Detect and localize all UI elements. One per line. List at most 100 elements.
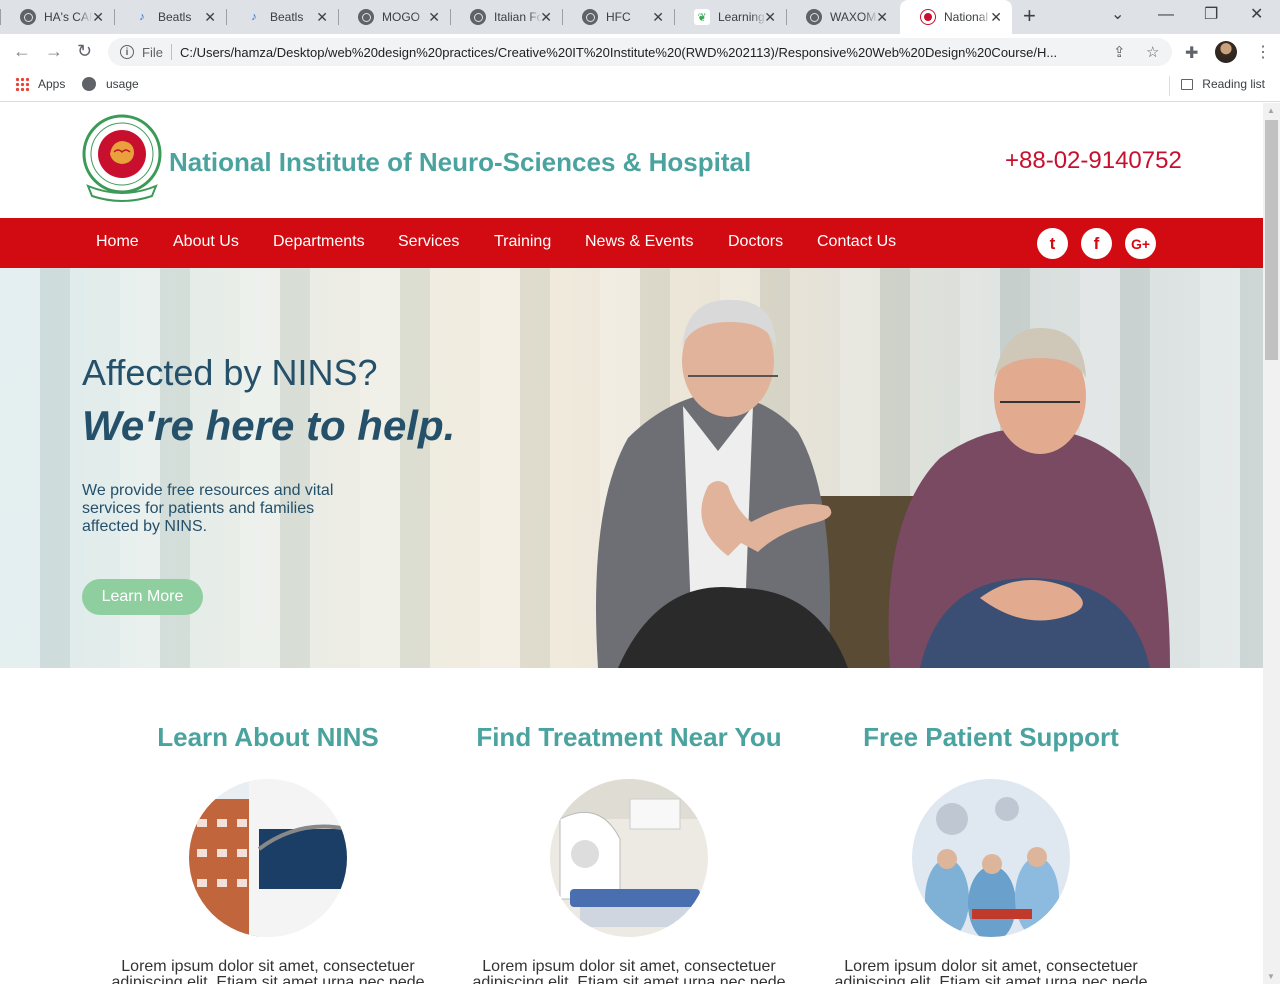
reload-icon[interactable]: ↻ xyxy=(77,41,92,61)
nav-about-us[interactable]: About Us xyxy=(173,233,239,251)
browser-toolbar: ← → ↻ i File C:/Users/hamza/Desktop/web%… xyxy=(0,34,1280,70)
browser-tab[interactable]: ❦ Learning ✕ xyxy=(674,0,786,34)
close-icon[interactable]: ✕ xyxy=(990,9,1002,26)
feature-card: Find Treatment Near You Lorem ipsum dolo… xyxy=(448,722,810,984)
beatls-icon: ♪ xyxy=(139,11,145,23)
url-text[interactable]: C:/Users/hamza/Desktop/web%20design%20pr… xyxy=(180,45,1110,60)
browser-tabstrip: HA's CAF ✕ ♪ Beatls ✕ ♪ Beatls ✕ MOGO ✕ … xyxy=(0,0,1280,34)
nins-logo[interactable] xyxy=(82,114,162,204)
feature-card: Free Patient Support Lorem ipsum dolor s… xyxy=(810,722,1172,984)
usage-label: usage xyxy=(106,77,139,91)
nav-contact-us[interactable]: Contact Us xyxy=(817,233,896,251)
site-title[interactable]: National Institute of Neuro-Sciences & H… xyxy=(169,147,751,178)
globe-icon xyxy=(358,9,374,25)
bookmarks-bar: Apps usage Reading list xyxy=(0,70,1280,102)
browser-tab[interactable]: Italian Fc ✕ xyxy=(450,0,562,34)
hospital-building-image[interactable] xyxy=(189,779,347,937)
tab-title: Beatls xyxy=(158,10,192,24)
apps-grid-icon xyxy=(15,77,29,91)
feature-card: Learn About NINS Lorem ipsum dolor sit a… xyxy=(87,722,449,984)
tab-title: Learning xyxy=(718,10,765,24)
bookmark-star-icon[interactable]: ☆ xyxy=(1146,43,1159,61)
feature-title[interactable]: Learn About NINS xyxy=(87,722,449,753)
nav-departments[interactable]: Departments xyxy=(273,233,365,251)
feature-text: Lorem ipsum dolor sit amet, consectetuer… xyxy=(834,958,1148,984)
close-icon[interactable]: ✕ xyxy=(204,9,216,26)
globe-icon xyxy=(470,9,486,25)
twitter-icon[interactable]: t xyxy=(1037,228,1068,259)
close-icon[interactable]: ✕ xyxy=(92,9,104,26)
tab-title: HFC xyxy=(606,10,631,24)
hero-heading: Affected by NINS? xyxy=(82,352,378,393)
tab-title: Italian Fc xyxy=(494,10,542,24)
hero-banner: Affected by NINS? We're here to help. We… xyxy=(0,268,1263,668)
close-icon[interactable]: ✕ xyxy=(652,9,664,26)
apps-bookmark[interactable]: Apps xyxy=(15,77,65,91)
man-right-image xyxy=(888,328,1170,668)
info-icon[interactable]: i xyxy=(120,45,134,59)
browser-tab[interactable]: WAXOM ✕ xyxy=(786,0,898,34)
man-left-image xyxy=(596,299,848,668)
feature-title[interactable]: Find Treatment Near You xyxy=(448,722,810,753)
address-bar[interactable]: i File C:/Users/hamza/Desktop/web%20desi… xyxy=(108,38,1172,66)
minimize-button[interactable]: — xyxy=(1158,7,1174,23)
close-icon[interactable]: ✕ xyxy=(764,9,776,26)
page-scrollbar[interactable]: ▲ ▼ xyxy=(1263,103,1280,984)
close-icon[interactable]: ✕ xyxy=(316,9,328,26)
scheme-label: File xyxy=(142,44,163,60)
google-plus-icon[interactable]: G+ xyxy=(1125,228,1156,259)
close-window-button[interactable]: ✕ xyxy=(1250,7,1263,23)
nav-doctors[interactable]: Doctors xyxy=(728,233,783,251)
nav-services[interactable]: Services xyxy=(398,233,459,251)
nav-news-events[interactable]: News & Events xyxy=(585,233,693,251)
apps-label: Apps xyxy=(38,77,66,91)
nav-home[interactable]: Home xyxy=(96,233,139,251)
tab-search-icon[interactable]: ⌄ xyxy=(1111,7,1124,23)
browser-tab[interactable]: HFC ✕ xyxy=(562,0,674,34)
browser-tab[interactable]: ♪ Beatls ✕ xyxy=(114,0,226,34)
divider xyxy=(170,44,172,60)
usage-bookmark[interactable]: usage xyxy=(82,77,139,91)
tab-title: National xyxy=(944,10,989,24)
browser-tab[interactable]: MOGO ✕ xyxy=(338,0,450,34)
hero-subheading: We're here to help. xyxy=(82,402,456,449)
reading-list-button[interactable]: Reading list xyxy=(1181,77,1265,91)
close-icon[interactable]: ✕ xyxy=(428,9,440,26)
new-tab-button[interactable]: + xyxy=(1023,5,1036,27)
hero-body: We provide free resources and vital serv… xyxy=(82,482,334,535)
browser-tab[interactable]: HA's CAF ✕ xyxy=(0,0,114,34)
nins-icon xyxy=(920,9,936,25)
share-icon[interactable]: ⇪ xyxy=(1113,43,1126,61)
scroll-down-icon[interactable]: ▼ xyxy=(1267,972,1275,981)
profile-avatar[interactable] xyxy=(1215,41,1237,63)
scroll-up-icon[interactable]: ▲ xyxy=(1267,106,1275,115)
facebook-icon[interactable]: f xyxy=(1081,228,1112,259)
browser-tab[interactable]: ♪ Beatls ✕ xyxy=(226,0,338,34)
reading-list-icon xyxy=(1181,78,1194,90)
menu-icon[interactable]: ⋮ xyxy=(1255,42,1271,62)
tab-title: Beatls xyxy=(270,10,304,24)
learn-more-button[interactable]: Learn More xyxy=(82,579,203,615)
close-icon[interactable]: ✕ xyxy=(876,9,888,26)
scrollbar-thumb[interactable] xyxy=(1265,120,1278,360)
features-section: Learn About NINS Lorem ipsum dolor sit a… xyxy=(0,668,1263,984)
feature-title[interactable]: Free Patient Support xyxy=(810,722,1172,753)
extensions-icon[interactable]: ✚ xyxy=(1185,43,1198,63)
reading-list-label: Reading list xyxy=(1202,77,1265,91)
close-icon[interactable]: ✕ xyxy=(540,9,552,26)
forward-icon[interactable]: → xyxy=(45,41,63,61)
restore-button[interactable]: ❐ xyxy=(1204,7,1218,23)
learning-icon: ❦ xyxy=(694,9,710,25)
surgery-team-image[interactable] xyxy=(912,779,1070,937)
treatment-room-image[interactable] xyxy=(550,779,708,937)
treatment-room-photo xyxy=(550,779,708,937)
tab-title: WAXOM xyxy=(830,10,877,24)
back-icon[interactable]: ← xyxy=(13,41,31,61)
nav-training[interactable]: Training xyxy=(494,233,551,251)
building-photo xyxy=(189,779,347,937)
globe-icon xyxy=(582,9,598,25)
browser-tab-active[interactable]: National ✕ xyxy=(900,0,1012,34)
tab-title: MOGO xyxy=(382,10,420,24)
globe-icon xyxy=(82,77,96,91)
phone-number[interactable]: +88-02-9140752 xyxy=(1005,147,1182,175)
